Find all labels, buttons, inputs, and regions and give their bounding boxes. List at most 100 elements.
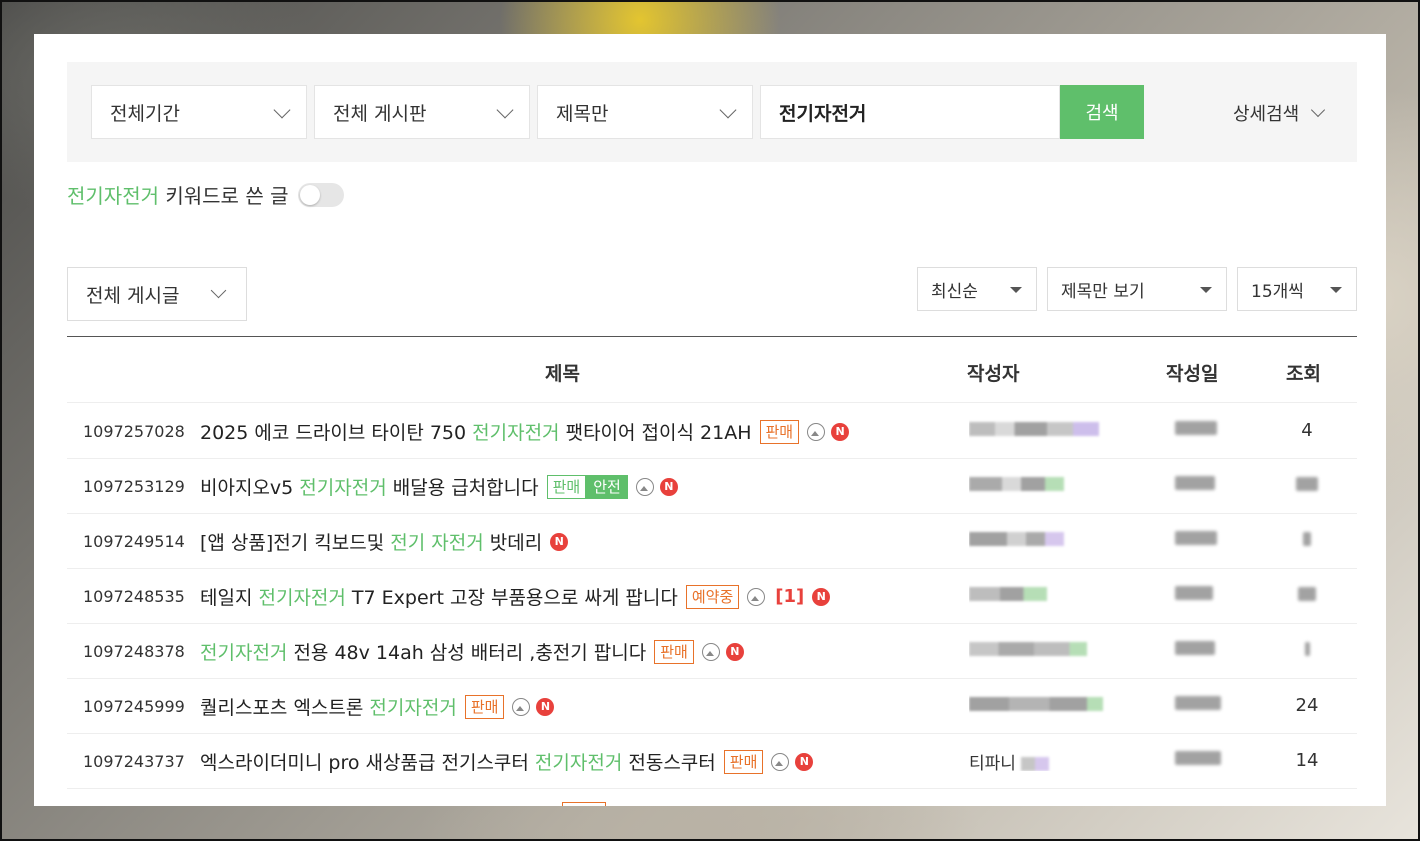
author-name[interactable]: 티파니 xyxy=(969,749,1109,771)
scope-select-value: 제목만 xyxy=(556,102,609,125)
chevron-down-icon xyxy=(719,101,737,119)
post-title-link[interactable]: [앱 상품]전기 킥보드및 전기 자전거 밧데리 N xyxy=(200,528,569,555)
safe-badge: 안전 xyxy=(586,474,628,499)
new-icon: N xyxy=(831,422,850,441)
image-icon xyxy=(771,752,790,771)
post-date xyxy=(1175,750,1225,770)
title-text: 2025 에코 드라이브 타이탄 750 xyxy=(200,422,473,444)
title-keyword: 전기자전거 xyxy=(472,422,560,444)
search-input[interactable] xyxy=(760,85,1060,139)
new-icon: N xyxy=(659,477,678,496)
post-date xyxy=(1175,640,1225,660)
view-count: 24 xyxy=(1295,695,1319,716)
table-row: 1097253129 비아지오v5 전기자전거 배달용 급처합니다 판매 안전 N xyxy=(67,459,1357,514)
per-page-value: 15개씩 xyxy=(1251,281,1304,302)
post-id: 1097257028 xyxy=(83,422,185,441)
title-text: 비아지오v5 xyxy=(200,477,300,499)
new-icon: N xyxy=(536,697,555,716)
post-type-select[interactable]: 전체 게시글 xyxy=(67,267,247,321)
post-title-link[interactable]: 전기자전거 전용 48v 14ah 삼성 배터리 ,충전기 팝니다 판매 N xyxy=(200,638,744,665)
title-keyword: 전기자전거 xyxy=(200,642,288,664)
toggle-knob xyxy=(300,184,321,205)
table-row: 1097248535 테일지 전기자전거 T7 Expert 고장 부품용으로 … xyxy=(67,569,1357,624)
chevron-down-icon xyxy=(1311,102,1326,118)
sale-badge: 판매 xyxy=(464,694,505,719)
post-title-link[interactable]: 2025 에코 드라이브 타이탄 750 전기자전거 팻타이어 접이식 21AH… xyxy=(200,418,850,445)
view-count xyxy=(1277,640,1337,661)
view-count xyxy=(1277,585,1337,606)
author-text: 티파니 xyxy=(969,754,1016,771)
advanced-search-toggle[interactable]: 상세검색 xyxy=(1233,100,1326,126)
title-text: 전동스쿠터 xyxy=(622,752,716,774)
table-header: 제목 작성자 작성일 조회 xyxy=(67,337,1357,403)
title-text: 밧데리 xyxy=(483,532,543,554)
search-button[interactable]: 검색 xyxy=(1060,85,1144,139)
post-title-link[interactable]: 엑스라이더미니 pro 새상품급 전기스쿠터 전기자전거 전동스쿠터 판매 N xyxy=(200,748,814,775)
post-id: 1097243737 xyxy=(83,752,185,771)
view-count: 4 xyxy=(1301,420,1313,441)
sort-value: 최신순 xyxy=(931,281,978,302)
author-name[interactable] xyxy=(969,584,1109,606)
board-select[interactable]: 전체 게시판 xyxy=(314,85,530,139)
image-icon xyxy=(635,477,654,496)
reserved-badge: 예약중 xyxy=(685,584,740,609)
triangle-down-icon xyxy=(1330,287,1342,293)
new-icon: N xyxy=(812,587,831,606)
period-select[interactable]: 전체기간 xyxy=(91,85,307,139)
table-row: 1097249514 [앱 상품]전기 킥보드및 전기 자전거 밧데리 N xyxy=(67,514,1357,569)
post-id: 1097248535 xyxy=(83,587,185,606)
keyword-toggle[interactable] xyxy=(298,182,345,207)
post-title-link[interactable]: 퀄리스포츠 엑스트론 전기자전거 판매 N xyxy=(200,693,555,720)
per-page-select[interactable]: 15개씩 xyxy=(1237,267,1357,311)
post-id: 1097248378 xyxy=(83,642,185,661)
view-mode-select[interactable]: 제목만 보기 xyxy=(1047,267,1227,311)
new-icon: N xyxy=(795,752,814,771)
keyword-filter-line: 전기자전거 키워드로 쓴 글 xyxy=(67,180,345,209)
title-keyword: 전기 자전거 xyxy=(390,532,484,554)
post-date xyxy=(1175,420,1225,440)
header-author: 작성자 xyxy=(967,363,1020,385)
comment-count[interactable]: [1] xyxy=(775,586,804,607)
sale-badge: 판매 xyxy=(654,639,694,664)
sale-badge: 판매 xyxy=(546,474,587,499)
title-keyword: 전기자전거 xyxy=(369,697,457,719)
title-keyword: 전기자전거 xyxy=(258,587,346,609)
view-count xyxy=(1277,475,1337,496)
author-name[interactable] xyxy=(969,529,1109,551)
post-title-link[interactable]: 비아지오v5 전기자전거 배달용 급처합니다 판매 안전 N xyxy=(200,473,678,500)
author-name[interactable] xyxy=(969,419,1109,441)
search-results-panel: 전체기간 전체 게시판 제목만 검색 상세검색 전기자전거 키워드로 쓴 글 전… xyxy=(34,34,1386,806)
table-row: 1097257028 2025 에코 드라이브 타이탄 750 전기자전거 팻타… xyxy=(67,404,1357,459)
author-name[interactable] xyxy=(969,639,1109,661)
post-date xyxy=(1175,475,1225,495)
post-date xyxy=(1175,695,1225,715)
title-text: 퀄리스포츠 엑스트론 xyxy=(200,697,370,719)
image-icon xyxy=(701,642,720,661)
search-bar: 전체기간 전체 게시판 제목만 검색 상세검색 xyxy=(67,62,1357,162)
title-text: 전용 48v 14ah 삼성 배터리 ,충전기 팝니다 xyxy=(287,642,647,664)
scope-select[interactable]: 제목만 xyxy=(537,85,753,139)
post-title-link[interactable]: 테일지 전기자전거 T7 Expert 고장 부품용으로 싸게 팝니다 예약중 … xyxy=(200,583,831,610)
title-text: 배달용 급처합니다 xyxy=(386,477,539,499)
author-name[interactable] xyxy=(969,694,1109,716)
sale-badge: 판매 xyxy=(723,749,764,774)
title-text: 테일지 xyxy=(200,587,259,609)
image-icon xyxy=(747,587,766,606)
image-icon xyxy=(512,697,531,716)
title-text: 팻타이어 접이식 21AH xyxy=(559,422,752,444)
header-views: 조회 xyxy=(1286,363,1321,385)
chevron-down-icon xyxy=(273,101,291,119)
author-name[interactable] xyxy=(969,474,1109,496)
post-date xyxy=(1175,530,1225,550)
title-keyword: 전기자전거 xyxy=(534,752,623,774)
image-icon xyxy=(807,422,826,441)
title-text: [앱 상품]전기 킥보드및 xyxy=(200,532,391,554)
title-text: T7 Expert 고장 부품용으로 싸게 팝니다 xyxy=(345,587,678,609)
post-id: 1097253129 xyxy=(83,477,185,496)
period-select-value: 전체기간 xyxy=(110,102,180,125)
new-icon: N xyxy=(725,642,744,661)
post-type-value: 전체 게시글 xyxy=(86,284,180,307)
sort-select[interactable]: 최신순 xyxy=(917,267,1037,311)
header-title: 제목 xyxy=(545,363,580,385)
triangle-down-icon xyxy=(1200,287,1212,293)
